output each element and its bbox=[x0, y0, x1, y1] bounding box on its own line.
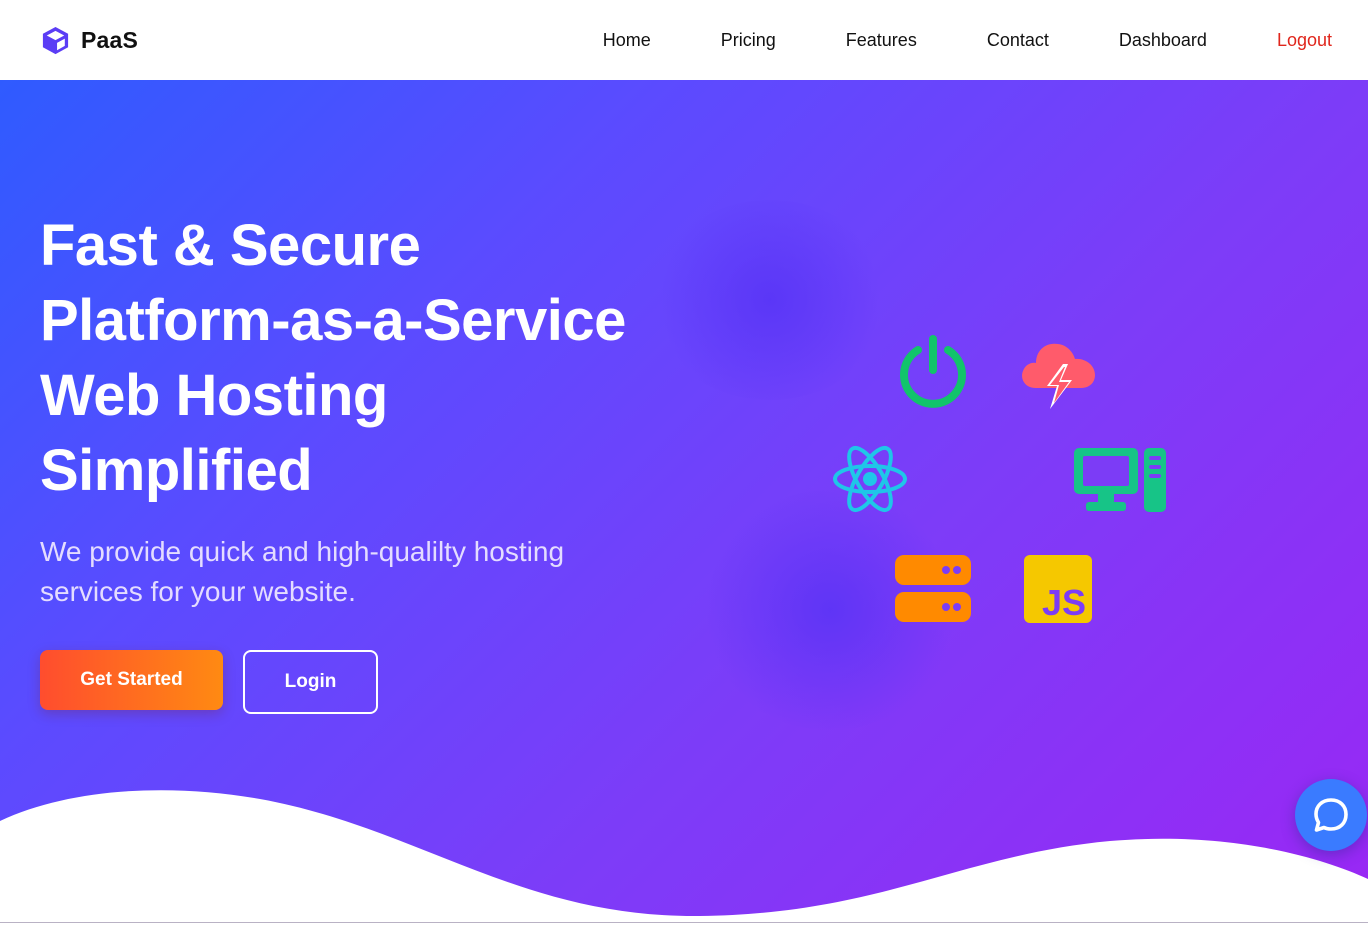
nav-links: Home Pricing Features Contact Dashboard … bbox=[603, 30, 1332, 51]
javascript-icon: JS bbox=[1024, 555, 1092, 623]
hero-subtitle: We provide quick and high-qualilty hosti… bbox=[40, 532, 660, 612]
nav-features[interactable]: Features bbox=[846, 30, 917, 51]
power-icon bbox=[896, 334, 970, 410]
javascript-icon-label: JS bbox=[1042, 582, 1086, 623]
get-started-button[interactable]: Get Started bbox=[40, 650, 223, 710]
hero-title-line: Simplified bbox=[40, 438, 313, 503]
page-divider bbox=[0, 922, 1368, 923]
server-icon bbox=[894, 554, 972, 624]
hero-section: Fast & Secure Platform-as-a-Service Web … bbox=[0, 80, 1368, 933]
hero-title: Fast & Secure Platform-as-a-Service Web … bbox=[40, 208, 740, 508]
nav-pricing[interactable]: Pricing bbox=[721, 30, 776, 51]
nav-home[interactable]: Home bbox=[603, 30, 651, 51]
cloud-lightning-icon bbox=[1018, 334, 1098, 412]
brand[interactable]: PaaS bbox=[40, 25, 138, 56]
chat-bubble-icon bbox=[1311, 795, 1351, 835]
cube-icon bbox=[40, 25, 71, 56]
nav-dashboard[interactable]: Dashboard bbox=[1119, 30, 1207, 51]
hero-title-line: Fast & Secure bbox=[40, 213, 421, 278]
react-icon bbox=[832, 444, 908, 514]
wave-divider bbox=[0, 790, 1368, 933]
desktop-computer-icon bbox=[1072, 446, 1168, 514]
hero-subtitle-line: services for your website. bbox=[40, 576, 356, 607]
login-button[interactable]: Login bbox=[243, 650, 378, 714]
chat-button[interactable] bbox=[1295, 779, 1367, 851]
brand-name: PaaS bbox=[81, 26, 139, 53]
hero-title-line: Platform-as-a-Service bbox=[40, 288, 626, 353]
hero-subtitle-line: We provide quick and high-qualilty hosti… bbox=[40, 536, 565, 567]
nav-logout[interactable]: Logout bbox=[1277, 30, 1332, 51]
top-navbar: PaaS Home Pricing Features Contact Dashb… bbox=[0, 0, 1368, 80]
hero-title-line: Web Hosting bbox=[40, 363, 388, 428]
nav-contact[interactable]: Contact bbox=[987, 30, 1049, 51]
